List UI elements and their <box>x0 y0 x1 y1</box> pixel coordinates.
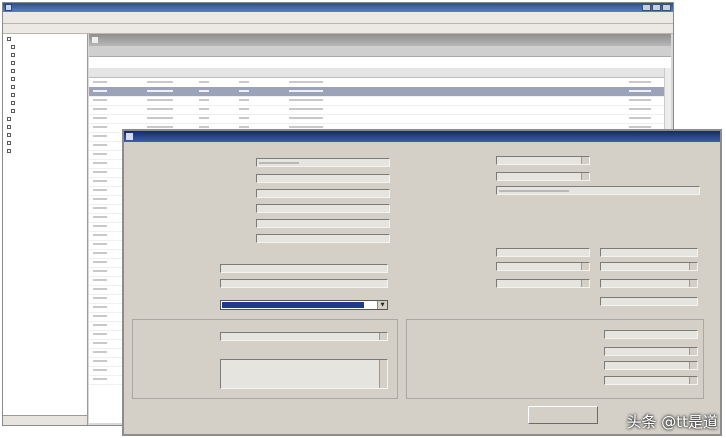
dropdown-select[interactable]: ▼ <box>220 300 388 310</box>
tree-node[interactable] <box>7 36 13 43</box>
menu-bar <box>3 12 673 24</box>
numeric-field[interactable] <box>600 262 698 271</box>
dialog-button[interactable] <box>528 406 598 424</box>
minimize-button[interactable] <box>642 4 651 11</box>
folder-icon <box>11 84 15 89</box>
close-button[interactable] <box>662 4 671 11</box>
folder-icon <box>11 52 15 57</box>
panel-toolbar <box>89 46 671 57</box>
spinner-button[interactable] <box>581 263 589 270</box>
folder-icon <box>7 36 11 41</box>
tree-node[interactable] <box>11 108 17 115</box>
folder-icon <box>7 132 11 137</box>
folder-icon <box>11 100 15 105</box>
date-field[interactable] <box>604 361 698 370</box>
panel-header <box>89 34 671 46</box>
numeric-field[interactable] <box>600 297 698 306</box>
folder-icon <box>11 92 15 97</box>
spinner-button[interactable] <box>689 280 697 287</box>
panel-subheader <box>89 57 671 67</box>
watermark-text: 头条 @tt是道 <box>626 413 718 431</box>
folder-icon <box>7 140 11 145</box>
text-field[interactable] <box>256 189 390 198</box>
tree-node[interactable] <box>7 132 13 139</box>
tree-node[interactable] <box>11 52 17 59</box>
chevron-down-icon[interactable] <box>379 333 387 340</box>
text-field[interactable] <box>496 172 590 181</box>
spinner-button[interactable] <box>581 173 589 180</box>
dialog-icon <box>126 133 133 140</box>
tree-node[interactable] <box>7 124 13 131</box>
window-titlebar <box>3 3 673 12</box>
dropdown-selected-value <box>222 302 364 308</box>
date-field[interactable] <box>604 376 698 385</box>
chevron-down-icon[interactable] <box>689 348 697 355</box>
folder-icon <box>7 116 11 121</box>
folder-icon <box>7 148 11 153</box>
text-field[interactable] <box>256 219 390 228</box>
text-field[interactable] <box>256 204 390 213</box>
text-field[interactable] <box>220 279 388 288</box>
navigation-tree <box>3 34 88 425</box>
text-field[interactable] <box>604 330 698 339</box>
text-field[interactable] <box>220 264 388 273</box>
app-icon <box>5 4 12 11</box>
folder-icon <box>11 44 15 49</box>
toolbar <box>3 24 673 34</box>
tree-node[interactable] <box>11 76 17 83</box>
text-field[interactable] <box>496 156 590 165</box>
spinner-button[interactable] <box>581 280 589 287</box>
tree-node[interactable] <box>11 60 17 67</box>
tree-node[interactable] <box>11 100 17 107</box>
numeric-field[interactable] <box>496 248 590 257</box>
memo-field[interactable] <box>220 359 388 389</box>
text-field[interactable] <box>256 174 390 183</box>
maximize-button[interactable] <box>652 4 661 11</box>
text-field[interactable] <box>256 158 390 167</box>
chevron-down-icon[interactable] <box>689 362 697 369</box>
folder-icon <box>11 76 15 81</box>
panel-icon <box>92 37 98 43</box>
chevron-down-icon[interactable] <box>689 377 697 384</box>
numeric-field[interactable] <box>600 279 698 288</box>
text-field[interactable] <box>496 186 700 195</box>
folder-icon <box>7 124 11 129</box>
window-controls <box>642 4 671 11</box>
text-field[interactable] <box>256 234 390 243</box>
folder-icon <box>11 60 15 65</box>
numeric-field[interactable] <box>600 248 698 257</box>
tree-node[interactable] <box>11 92 17 99</box>
memo-scrollbar[interactable] <box>379 360 387 388</box>
text-field[interactable] <box>220 332 388 341</box>
dialog-titlebar <box>124 131 720 142</box>
spinner-button[interactable] <box>689 263 697 270</box>
date-field[interactable] <box>604 347 698 356</box>
status-bar <box>3 415 87 425</box>
numeric-field[interactable] <box>496 279 590 288</box>
tree-node[interactable] <box>7 140 13 147</box>
folder-icon <box>11 68 15 73</box>
chevron-down-icon[interactable]: ▼ <box>377 301 387 309</box>
grid-header <box>89 68 671 78</box>
numeric-field[interactable] <box>496 262 590 271</box>
tree-node[interactable] <box>7 116 13 123</box>
spinner-button[interactable] <box>581 157 589 164</box>
tree-node[interactable] <box>11 68 17 75</box>
tree-node[interactable] <box>11 84 17 91</box>
tree-node[interactable] <box>11 44 17 51</box>
detail-dialog: ▼ <box>122 129 722 436</box>
tree-node[interactable] <box>7 148 13 155</box>
folder-icon <box>11 108 15 113</box>
